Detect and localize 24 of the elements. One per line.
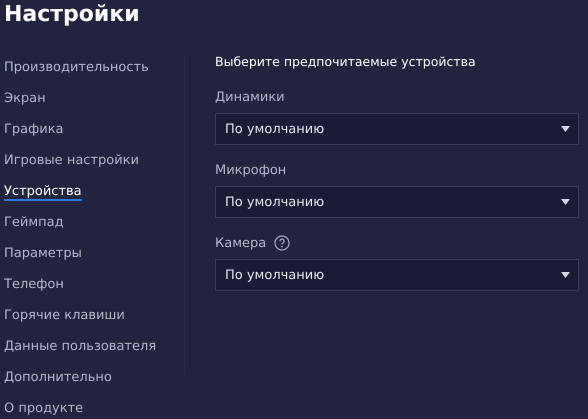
sidebar-item[interactable]: Графика [4, 120, 64, 140]
field-label: Камера [215, 236, 266, 250]
help-icon[interactable] [274, 235, 290, 251]
caret-icon [561, 272, 570, 278]
sidebar-item[interactable]: Параметры [4, 244, 82, 264]
sidebar-item[interactable]: Геймпад [4, 213, 64, 233]
sidebar-item[interactable]: Данные пользователя [4, 337, 156, 357]
sidebar-item[interactable]: Дополнительно [4, 368, 112, 388]
sidebar-item[interactable]: О продукте [4, 399, 84, 419]
sidebar-item[interactable]: Экран [4, 89, 46, 109]
section-heading: Выберите предпочитаемые устройства [215, 54, 477, 71]
sidebar-item[interactable]: Устройства [4, 182, 82, 202]
page-title: Настройки [3, 1, 141, 29]
sidebar-item[interactable]: Игровые настройки [4, 151, 139, 171]
caret-icon [561, 126, 570, 132]
device-dropdown[interactable]: По умолчанию [215, 259, 579, 291]
sidebar-item[interactable]: Телефон [4, 275, 64, 295]
device-dropdown[interactable]: По умолчанию [215, 113, 579, 145]
field-label: Динамики [215, 90, 285, 104]
caret-icon [561, 199, 570, 205]
device-dropdown[interactable]: По умолчанию [215, 186, 579, 218]
field-label: Микрофон [215, 162, 286, 178]
sidebar-item[interactable]: Горячие клавиши [4, 306, 125, 326]
sidebar-item[interactable]: Производительность [4, 58, 149, 78]
